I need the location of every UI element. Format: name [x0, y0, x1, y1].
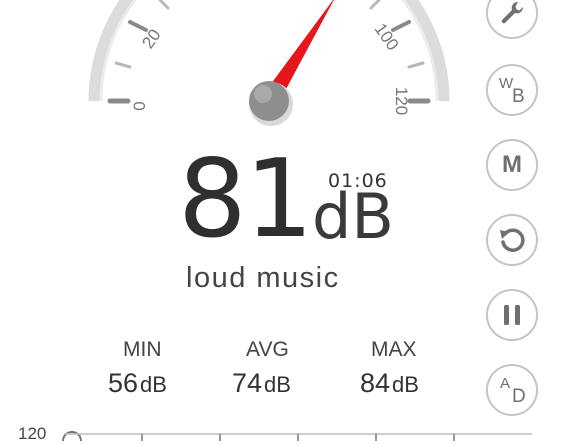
stat-avg-label: AVG — [246, 338, 289, 361]
gauge-minor-tick — [158, 0, 170, 10]
gauge-tick-100 — [391, 20, 411, 32]
stat-max-label: MAX — [371, 338, 417, 361]
stat-avg-value: 74dB — [232, 368, 291, 399]
sound-description: loud music — [186, 262, 340, 294]
sound-level-value: 81 — [178, 137, 313, 262]
ad-button[interactable]: A D — [486, 364, 538, 416]
ad-main-text: A — [500, 375, 511, 392]
gauge-label-100: 100 — [371, 20, 403, 54]
wb-sub-text: B — [512, 86, 525, 107]
weighting-button[interactable]: W B — [486, 64, 538, 116]
gauge-tick-20 — [128, 20, 148, 32]
stat-min-unit: dB — [140, 372, 167, 397]
pause-button[interactable] — [486, 289, 538, 341]
gauge-minor-tick — [114, 61, 132, 69]
gauge-minor-tick — [369, 0, 381, 10]
m-icon: M — [502, 151, 522, 178]
stat-avg-number: 74 — [232, 368, 263, 398]
stat-min-value: 56dB — [108, 368, 167, 399]
mode-button[interactable]: M — [486, 139, 538, 191]
gauge-minor-tick — [407, 61, 425, 69]
stat-min-number: 56 — [108, 368, 139, 398]
gauge-label-120: 120 — [392, 87, 411, 115]
refresh-icon — [500, 228, 525, 252]
stat-max-unit: dB — [392, 372, 419, 397]
gauge-hub-highlight — [254, 85, 272, 103]
gauge-label-0: 0 — [130, 101, 149, 110]
ad-sub-text: D — [512, 386, 526, 407]
gauge-hub — [249, 81, 289, 121]
sound-level-unit: dB — [312, 180, 394, 253]
graph-y-max-label: 120 — [18, 424, 47, 443]
ad-icon: A D — [496, 374, 528, 407]
stat-min-label: MIN — [123, 338, 162, 361]
pause-icon — [504, 305, 520, 325]
wrench-icon — [501, 1, 524, 24]
reset-button[interactable] — [486, 214, 538, 266]
stat-avg-unit: dB — [264, 372, 291, 397]
wb-icon: W B — [496, 74, 528, 107]
stat-max-number: 84 — [360, 368, 391, 398]
stat-max-value: 84dB — [360, 368, 419, 399]
